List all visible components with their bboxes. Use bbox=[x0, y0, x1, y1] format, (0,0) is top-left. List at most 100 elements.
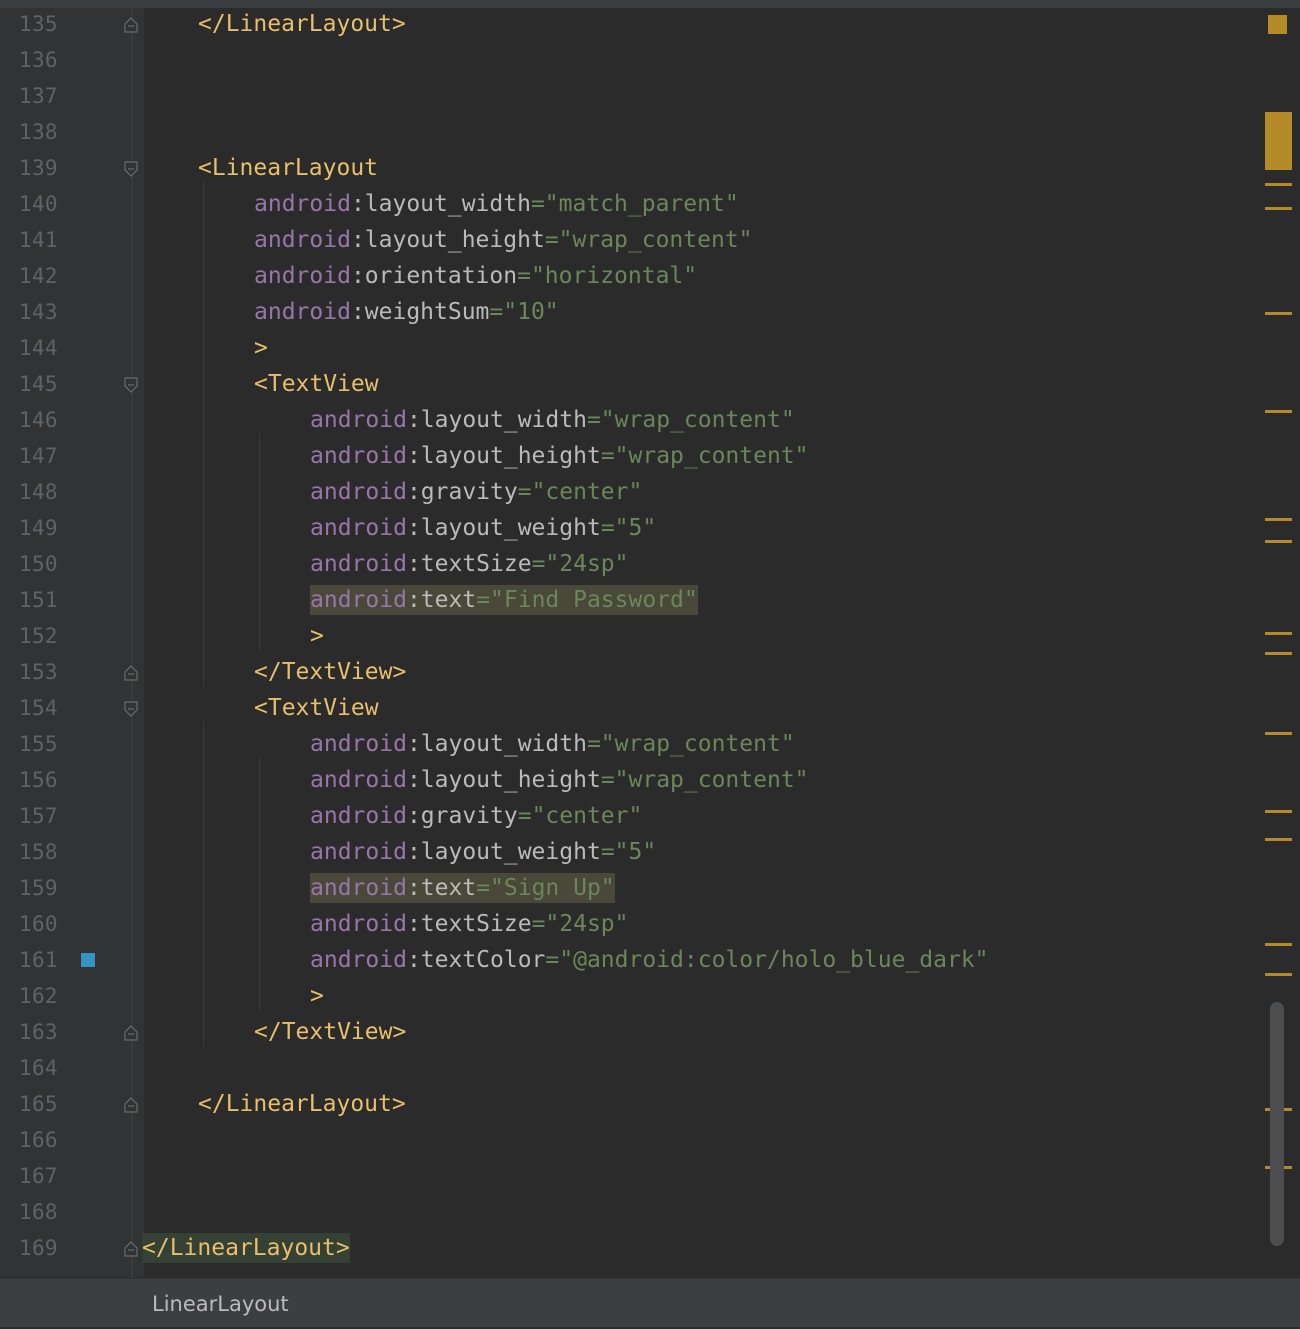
code-token: android bbox=[254, 263, 351, 289]
code-token: :orientation bbox=[350, 263, 518, 289]
error-stripe-marker[interactable] bbox=[1265, 838, 1292, 841]
code-line[interactable]: 149 android:layout_weight="5" bbox=[0, 510, 1262, 546]
error-stripe-marker[interactable] bbox=[1265, 207, 1292, 210]
code-token: android bbox=[310, 947, 407, 973]
fold-collapse-icon[interactable] bbox=[124, 701, 138, 717]
indent-guide bbox=[259, 758, 260, 1010]
error-stripe-marker[interactable] bbox=[1265, 540, 1292, 543]
code-text: android:layout_width="match_parent" bbox=[254, 186, 739, 222]
error-stripe-marker[interactable] bbox=[1265, 732, 1292, 735]
code-text: android:text="Find Password" bbox=[310, 582, 698, 618]
line-number: 138 bbox=[19, 120, 58, 144]
code-editor[interactable]: 135 </LinearLayout> 136 137 138 139 <LinearLay… bbox=[0, 6, 1262, 1278]
code-token: ="horizontal" bbox=[517, 263, 698, 289]
vertical-scrollbar-thumb[interactable] bbox=[1270, 1002, 1284, 1246]
line-number: 143 bbox=[19, 300, 58, 324]
fold-collapse-icon[interactable] bbox=[124, 377, 138, 393]
line-number: 141 bbox=[19, 228, 58, 252]
code-token: :layout_width bbox=[406, 731, 587, 757]
code-line[interactable]: 145 <TextView bbox=[0, 366, 1262, 402]
code-token: ="wrap_content" bbox=[600, 767, 809, 793]
breadcrumb-item-linearlayout[interactable]: LinearLayout bbox=[152, 1279, 289, 1327]
error-stripe-marker[interactable] bbox=[1265, 810, 1292, 813]
line-number: 142 bbox=[19, 264, 58, 288]
code-line[interactable]: 169 </LinearLayout> bbox=[0, 1230, 1262, 1266]
code-line[interactable]: 135 </LinearLayout> bbox=[0, 6, 1262, 42]
code-line[interactable]: 166 bbox=[0, 1122, 1262, 1158]
code-token: ="24sp" bbox=[531, 551, 629, 577]
code-token: :layout_weight bbox=[406, 839, 601, 865]
error-stripe-marker[interactable] bbox=[1265, 973, 1292, 976]
code-line[interactable]: 155 android:layout_width="wrap_content" bbox=[0, 726, 1262, 762]
code-token: android bbox=[310, 587, 407, 613]
fold-end-icon[interactable] bbox=[124, 17, 138, 33]
code-line[interactable]: 154 <TextView bbox=[0, 690, 1262, 726]
error-stripe-marker[interactable] bbox=[1265, 312, 1292, 315]
indent-guide bbox=[203, 722, 204, 1046]
line-number: 166 bbox=[19, 1128, 58, 1152]
code-line[interactable]: 168 bbox=[0, 1194, 1262, 1230]
code-line[interactable]: 152 > bbox=[0, 618, 1262, 654]
line-number: 149 bbox=[19, 516, 58, 540]
code-token: :gravity bbox=[406, 803, 518, 829]
line-number: 151 bbox=[19, 588, 58, 612]
code-text: android:layout_height="wrap_content" bbox=[310, 438, 809, 474]
code-text: </TextView> bbox=[254, 1014, 406, 1050]
code-line[interactable]: 147 android:layout_height="wrap_content" bbox=[0, 438, 1262, 474]
fold-end-icon[interactable] bbox=[124, 1241, 138, 1257]
code-line[interactable]: 146 android:layout_width="wrap_content" bbox=[0, 402, 1262, 438]
code-line[interactable]: 136 bbox=[0, 42, 1262, 78]
line-number: 168 bbox=[19, 1200, 58, 1224]
fold-end-icon[interactable] bbox=[124, 665, 138, 681]
fold-end-icon[interactable] bbox=[124, 1097, 138, 1113]
code-line[interactable]: 159 android:text="Sign Up" bbox=[0, 870, 1262, 906]
line-number: 164 bbox=[19, 1056, 58, 1080]
code-line[interactable]: 142 android:orientation="horizontal" bbox=[0, 258, 1262, 294]
error-stripe-marker[interactable] bbox=[1265, 183, 1292, 186]
code-text: </TextView> bbox=[254, 654, 406, 690]
code-line[interactable]: 162 > bbox=[0, 978, 1262, 1014]
fold-collapse-icon[interactable] bbox=[124, 161, 138, 177]
line-number: 152 bbox=[19, 624, 58, 648]
code-token: android bbox=[254, 227, 351, 253]
code-text: android:layout_height="wrap_content" bbox=[310, 762, 809, 798]
code-line[interactable]: 151 android:text="Find Password" bbox=[0, 582, 1262, 618]
code-line[interactable]: 160 android:textSize="24sp" bbox=[0, 906, 1262, 942]
code-line[interactable]: 153 </TextView> bbox=[0, 654, 1262, 690]
code-line[interactable]: 157 android:gravity="center" bbox=[0, 798, 1262, 834]
error-stripe-marker[interactable] bbox=[1265, 112, 1292, 170]
error-stripe-marker[interactable] bbox=[1265, 943, 1292, 946]
code-line[interactable]: 165 </LinearLayout> bbox=[0, 1086, 1262, 1122]
error-stripe-marker[interactable] bbox=[1265, 632, 1292, 635]
code-line[interactable]: 148 android:gravity="center" bbox=[0, 474, 1262, 510]
code-token: android bbox=[310, 731, 407, 757]
code-line[interactable]: 144 > bbox=[0, 330, 1262, 366]
code-line[interactable]: 161 android:textColor="@android:color/hol… bbox=[0, 942, 1262, 978]
error-stripe-marker[interactable] bbox=[1265, 652, 1292, 655]
code-text: > bbox=[310, 978, 324, 1014]
code-line[interactable]: 163 </TextView> bbox=[0, 1014, 1262, 1050]
bookmark-icon[interactable] bbox=[81, 953, 95, 967]
code-text: </LinearLayout> bbox=[198, 1086, 406, 1122]
code-line[interactable]: 150 android:textSize="24sp" bbox=[0, 546, 1262, 582]
error-stripe-marker[interactable] bbox=[1268, 15, 1287, 34]
code-token: ="5" bbox=[600, 839, 657, 865]
code-line[interactable]: 139 <LinearLayout bbox=[0, 150, 1262, 186]
code-line[interactable]: 167 bbox=[0, 1158, 1262, 1194]
code-token: android bbox=[310, 911, 407, 937]
error-stripe-marker[interactable] bbox=[1265, 518, 1292, 521]
code-line[interactable]: 164 bbox=[0, 1050, 1262, 1086]
code-line[interactable]: 138 bbox=[0, 114, 1262, 150]
line-number: 150 bbox=[19, 552, 58, 576]
code-token: ="Sign Up" bbox=[476, 875, 615, 901]
code-line[interactable]: 140 android:layout_width="match_parent" bbox=[0, 186, 1262, 222]
code-line[interactable]: 137 bbox=[0, 78, 1262, 114]
error-stripe-marker[interactable] bbox=[1265, 410, 1292, 413]
code-text: </LinearLayout> bbox=[142, 1230, 350, 1266]
code-line[interactable]: 158 android:layout_weight="5" bbox=[0, 834, 1262, 870]
code-text: <TextView bbox=[254, 690, 379, 726]
code-line[interactable]: 156 android:layout_height="wrap_content" bbox=[0, 762, 1262, 798]
code-line[interactable]: 141 android:layout_height="wrap_content" bbox=[0, 222, 1262, 258]
code-line[interactable]: 143 android:weightSum="10" bbox=[0, 294, 1262, 330]
fold-end-icon[interactable] bbox=[124, 1025, 138, 1041]
